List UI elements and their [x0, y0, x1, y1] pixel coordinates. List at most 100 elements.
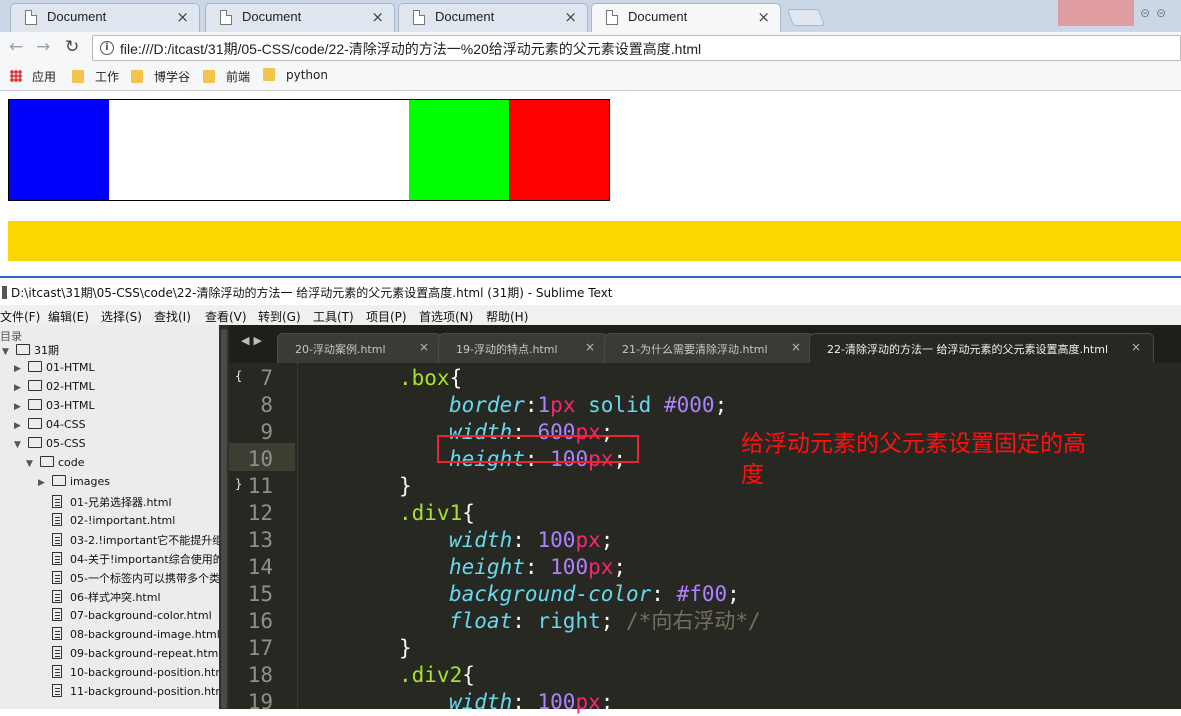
- close-tab-icon[interactable]: ×: [585, 340, 595, 354]
- tree-file-item[interactable]: 05-一个标签内可以携带多个类名: [38, 570, 219, 589]
- expand-right-icon[interactable]: ▶: [38, 478, 52, 488]
- tree-file-item[interactable]: 11-background-position.html: [38, 684, 219, 703]
- close-tab-icon[interactable]: ×: [419, 340, 429, 354]
- code-line[interactable]: border:1px solid #000;: [449, 392, 727, 419]
- browser-tab[interactable]: Document ×: [205, 3, 395, 32]
- fold-marker-icon[interactable]: }: [235, 477, 242, 491]
- code-token: ;: [613, 555, 627, 579]
- tree-folder-item[interactable]: ▶ 01-HTML: [14, 361, 95, 380]
- tree-folder-item[interactable]: ▼ 31期: [2, 342, 59, 361]
- tree-file-item[interactable]: 02-!important.html: [38, 513, 175, 532]
- folder-icon: [52, 475, 66, 486]
- new-tab-button[interactable]: [786, 9, 826, 26]
- code-line[interactable]: }: [399, 473, 412, 500]
- browser-tab[interactable]: Document ×: [591, 3, 781, 32]
- bookmark-folder-boxuegu[interactable]: 博学谷: [131, 68, 190, 85]
- menu-item[interactable]: 工具(T): [313, 308, 354, 325]
- close-tab-icon[interactable]: ×: [371, 8, 384, 26]
- tree-file-item[interactable]: 01-兄弟选择器.html: [38, 494, 172, 513]
- back-arrow-icon[interactable]: ←: [9, 37, 23, 57]
- tree-label: 09-background-repeat.html: [70, 647, 219, 660]
- menu-item[interactable]: 首选项(N): [419, 308, 473, 325]
- info-icon[interactable]: i: [100, 41, 114, 55]
- tree-file-item[interactable]: 08-background-image.html: [38, 627, 219, 646]
- address-bar[interactable]: i file:///D:/itcast/31期/05-CSS/code/22-清…: [92, 35, 1181, 61]
- code-line[interactable]: width: 100px;: [449, 689, 613, 716]
- menu-item[interactable]: 查找(I): [154, 308, 191, 325]
- line-number: 11: [247, 474, 273, 498]
- menu-item[interactable]: 项目(P): [366, 308, 407, 325]
- tree-file-item[interactable]: 04-关于!important综合使用的练习: [38, 551, 219, 570]
- sidebar-scrollbar[interactable]: [219, 325, 229, 709]
- line-number: 16: [247, 609, 273, 633]
- editor-tab[interactable]: 20-浮动案例.html ×: [277, 333, 442, 363]
- file-icon: [52, 590, 62, 603]
- file-icon: [52, 684, 62, 697]
- reload-icon[interactable]: ↻: [65, 37, 79, 57]
- menu-item[interactable]: 编辑(E): [48, 308, 89, 325]
- close-tab-icon[interactable]: ×: [757, 8, 770, 26]
- tree-folder-item[interactable]: ▶ images: [38, 475, 110, 494]
- menu-item[interactable]: 转到(G): [258, 308, 301, 325]
- code-editor[interactable]: 7{.box{8 border:1px solid #000; 9 width: 60…: [229, 363, 1181, 714]
- folder-icon: [28, 399, 42, 410]
- extension-banner[interactable]: [1058, 0, 1134, 26]
- bookmark-folder-frontend[interactable]: 前端: [203, 68, 250, 85]
- tree-file-item[interactable]: 06-样式冲突.html: [38, 589, 161, 608]
- code-line[interactable]: .box{: [399, 365, 462, 392]
- tree-folder-item[interactable]: ▶ 04-CSS: [14, 418, 86, 437]
- bookmark-folder-python[interactable]: python: [263, 68, 328, 82]
- close-tab-icon[interactable]: ×: [791, 340, 801, 354]
- code-token: :: [512, 528, 538, 552]
- window-controls[interactable]: ⊝⊝: [1140, 6, 1172, 20]
- url-text[interactable]: file:///D:/itcast/31期/05-CSS/code/22-清除浮…: [120, 39, 701, 59]
- tree-folder-item[interactable]: ▶ 02-HTML: [14, 380, 95, 399]
- close-tab-icon[interactable]: ×: [176, 8, 189, 26]
- menu-item[interactable]: 查看(V): [205, 308, 247, 325]
- browser-tab[interactable]: Document ×: [10, 3, 200, 32]
- expand-down-icon[interactable]: ▼: [2, 347, 16, 357]
- bookmarks-bar: 应用 工作 博学谷 前端 python: [0, 63, 1181, 91]
- menu-item[interactable]: 文件(F): [0, 308, 40, 325]
- code-line[interactable]: .div1{: [399, 500, 475, 527]
- expand-right-icon[interactable]: ▶: [14, 421, 28, 431]
- expand-down-icon[interactable]: ▼: [14, 440, 28, 450]
- code-line[interactable]: float: right; /*向右浮动*/: [449, 608, 761, 635]
- file-icon: [52, 571, 62, 584]
- code-token: solid: [575, 393, 664, 417]
- menu-item[interactable]: 帮助(H): [486, 308, 528, 325]
- code-line[interactable]: height: 100px;: [449, 554, 626, 581]
- tree-file-item[interactable]: 03-2.!important它不能提升继承的优先级: [38, 532, 219, 551]
- tree-file-item[interactable]: 07-background-color.html: [38, 608, 212, 627]
- expand-right-icon[interactable]: ▶: [14, 364, 28, 374]
- tree-file-item[interactable]: 10-background-position.html: [38, 665, 219, 684]
- tab-title: Document: [47, 9, 107, 24]
- folder-icon: [16, 344, 30, 355]
- tree-folder-item[interactable]: ▼ 05-CSS: [14, 437, 86, 456]
- browser-tab[interactable]: Document ×: [398, 3, 588, 32]
- tree-folder-item[interactable]: ▶ 03-HTML: [14, 399, 95, 418]
- code-line[interactable]: .div2{: [399, 662, 475, 689]
- editor-tab[interactable]: 22-清除浮动的方法一 给浮动元素的父元素设置高度.html ×: [809, 333, 1154, 363]
- expand-right-icon[interactable]: ▶: [14, 402, 28, 412]
- tree-file-item[interactable]: 09-background-repeat.html: [38, 646, 219, 665]
- close-tab-icon[interactable]: ×: [1131, 340, 1141, 354]
- menu-item[interactable]: 选择(S): [101, 308, 142, 325]
- bookmark-folder-work[interactable]: 工作: [72, 68, 119, 85]
- code-token: border: [449, 393, 525, 417]
- tree-folder-item[interactable]: ▼ code: [26, 456, 85, 475]
- code-line[interactable]: width: 100px;: [449, 527, 613, 554]
- expand-down-icon[interactable]: ▼: [26, 459, 40, 469]
- tab-scroll-arrows-icon[interactable]: ◀▶: [241, 334, 266, 347]
- line-number: 10: [247, 447, 273, 471]
- close-tab-icon[interactable]: ×: [564, 8, 577, 26]
- expand-right-icon[interactable]: ▶: [14, 383, 28, 393]
- bookmark-apps[interactable]: 应用: [10, 68, 56, 85]
- code-line[interactable]: }: [399, 635, 412, 662]
- editor-tab[interactable]: 21-为什么需要清除浮动.html ×: [604, 333, 814, 363]
- forward-arrow-icon[interactable]: →: [36, 37, 50, 57]
- editor-tab[interactable]: 19-浮动的特点.html ×: [438, 333, 608, 363]
- fold-marker-icon[interactable]: {: [235, 369, 242, 383]
- code-line[interactable]: background-color: #f00;: [449, 581, 740, 608]
- code-token: height: [449, 555, 525, 579]
